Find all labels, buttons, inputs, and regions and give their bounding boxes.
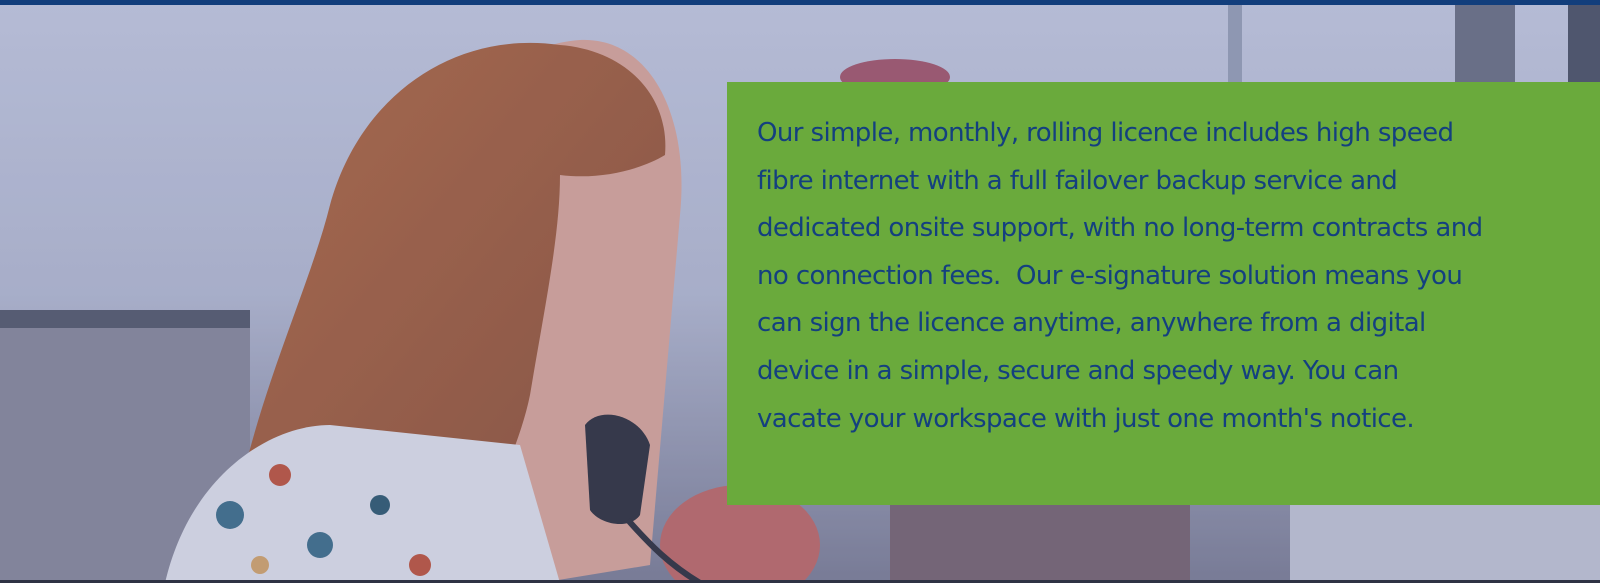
- description-line: device in a simple, secure and speedy wa…: [757, 355, 1399, 386]
- hero-section: Our simple, monthly, rolling licence inc…: [0, 0, 1600, 583]
- description-line: vacate your workspace with just one mont…: [757, 403, 1415, 434]
- description-line: Our simple, monthly, rolling licence inc…: [757, 118, 1454, 148]
- description-line: dedicated onsite support, with no long-t…: [757, 213, 1483, 244]
- description-line: no connection fees. Our e-signature solu…: [757, 260, 1463, 291]
- info-panel: Our simple, monthly, rolling licence inc…: [727, 82, 1600, 505]
- licence-description: Our simple, monthly, rolling licence inc…: [757, 110, 1540, 443]
- description-line: can sign the licence anytime, anywhere f…: [757, 308, 1426, 339]
- description-line: fibre internet with a full failover back…: [757, 165, 1398, 196]
